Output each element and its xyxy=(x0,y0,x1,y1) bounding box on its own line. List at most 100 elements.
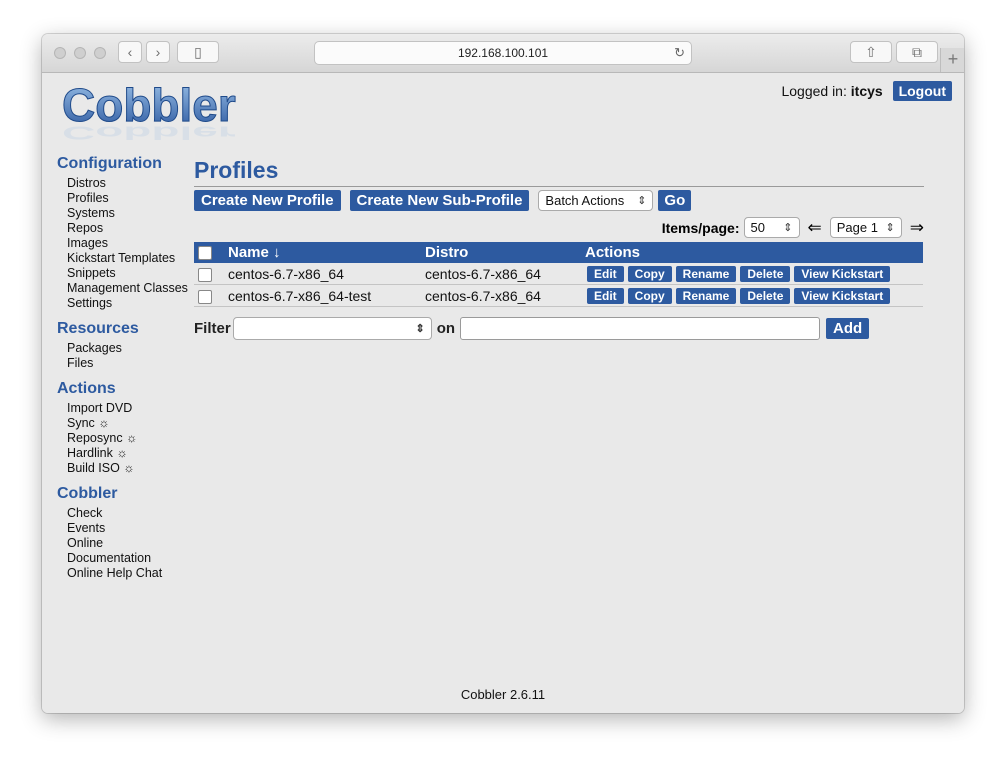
rename-button[interactable]: Rename xyxy=(675,266,737,282)
table-row: centos-6.7-x86_64 centos-6.7-x86_64 Edit… xyxy=(194,263,923,285)
filter-label: Filter xyxy=(194,320,231,337)
copy-button[interactable]: Copy xyxy=(627,288,672,304)
sidebar-item-sync[interactable]: Sync ☼ xyxy=(67,416,197,431)
edit-button[interactable]: Edit xyxy=(587,288,624,304)
sidebar-item-distros[interactable]: Distros xyxy=(67,176,197,191)
select-arrows-icon: ⇕ xyxy=(783,222,793,234)
sidebar-item-online-help-chat[interactable]: Online Help Chat xyxy=(67,566,197,581)
batch-actions-value: Batch Actions xyxy=(545,193,625,208)
add-filter-button[interactable]: Add xyxy=(826,318,870,339)
items-per-page-value: 50 xyxy=(750,220,765,235)
edit-button[interactable]: Edit xyxy=(587,266,624,282)
logout-button[interactable]: Logout xyxy=(892,81,952,101)
zoom-window-icon[interactable] xyxy=(94,47,106,59)
sidebar-item-kickstart-templates[interactable]: Kickstart Templates xyxy=(67,251,197,266)
close-window-icon[interactable] xyxy=(54,47,66,59)
sidebar-item-online[interactable]: Online xyxy=(67,536,197,551)
column-header-distro: Distro xyxy=(425,244,469,261)
pagination: Items/page: 50 ⇕ ⇐ Page 1 ⇕ ⇒ xyxy=(194,217,924,238)
filter-value-input[interactable] xyxy=(460,317,821,340)
sidebar-heading-resources: Resources xyxy=(57,320,139,337)
browser-window: ‹ › ▯ 192.168.100.101 ↻ ⇧ ⧉ + Cobbler Co… xyxy=(42,34,964,713)
row-actions: Edit Copy Rename Delete View Kickstart xyxy=(585,284,923,307)
cobbler-logo: Cobbler Cobbler xyxy=(62,85,236,143)
profile-name[interactable]: centos-6.7-x86_64 xyxy=(228,263,425,285)
main-panel: Profiles Create New Profile Create New S… xyxy=(194,155,924,340)
sidebar-heading-cobbler: Cobbler xyxy=(57,485,118,502)
sidebar-item-files[interactable]: Files xyxy=(67,356,197,371)
tabs-overview-icon[interactable]: ⧉ xyxy=(896,41,938,63)
login-status: Logged in: itcys Logout xyxy=(781,81,952,101)
select-arrows-icon: ⇕ xyxy=(637,195,647,207)
page-title: Profiles xyxy=(194,157,279,183)
filter-field-select[interactable]: ⇕ xyxy=(232,317,432,340)
prev-page-icon[interactable]: ⇐ xyxy=(808,218,822,238)
sidebar-item-import-dvd[interactable]: Import DVD xyxy=(67,401,197,416)
url-text: 192.168.100.101 xyxy=(457,46,549,60)
address-bar[interactable]: 192.168.100.101 ↻ xyxy=(314,41,692,65)
select-arrows-icon: ⇕ xyxy=(415,323,425,335)
back-icon[interactable]: ‹ xyxy=(118,41,142,63)
new-tab-icon[interactable]: + xyxy=(940,48,964,72)
row-checkbox[interactable] xyxy=(198,267,212,282)
page-select[interactable]: Page 1 ⇕ xyxy=(829,217,902,238)
sidebar-item-check[interactable]: Check xyxy=(67,506,197,521)
sidebar-toggle-icon[interactable]: ▯ xyxy=(177,41,219,63)
reload-icon[interactable]: ↻ xyxy=(674,42,685,64)
on-label: on xyxy=(436,320,456,337)
select-all-checkbox[interactable] xyxy=(198,246,212,261)
sidebar-item-settings[interactable]: Settings xyxy=(67,296,197,311)
toolbar: Create New Profile Create New Sub-Profil… xyxy=(194,190,924,211)
create-new-profile-button[interactable]: Create New Profile xyxy=(194,190,341,211)
copy-button[interactable]: Copy xyxy=(627,266,672,282)
minimize-window-icon[interactable] xyxy=(74,47,86,59)
sidebar-item-images[interactable]: Images xyxy=(67,236,197,251)
page-content: Cobbler Cobbler Logged in: itcys Logout … xyxy=(42,73,964,713)
sidebar: Configuration Distros Profiles Systems R… xyxy=(57,155,197,590)
items-per-page-select[interactable]: 50 ⇕ xyxy=(743,217,800,238)
go-button[interactable]: Go xyxy=(658,190,692,211)
browser-titlebar: ‹ › ▯ 192.168.100.101 ↻ ⇧ ⧉ + xyxy=(42,34,964,73)
table-row: centos-6.7-x86_64-test centos-6.7-x86_64… xyxy=(194,284,923,307)
svg-text:Cobbler: Cobbler xyxy=(62,122,236,142)
sidebar-item-profiles[interactable]: Profiles xyxy=(67,191,197,206)
share-icon[interactable]: ⇧ xyxy=(850,41,892,63)
rename-button[interactable]: Rename xyxy=(675,288,737,304)
sidebar-item-systems[interactable]: Systems xyxy=(67,206,197,221)
row-actions: Edit Copy Rename Delete View Kickstart xyxy=(585,263,923,285)
sidebar-item-repos[interactable]: Repos xyxy=(67,221,197,236)
table-header-row: Name ↓ Distro Actions xyxy=(194,242,923,263)
next-page-icon[interactable]: ⇒ xyxy=(910,218,924,238)
select-arrows-icon: ⇕ xyxy=(885,222,895,234)
sidebar-heading-actions: Actions xyxy=(57,380,116,397)
logged-in-label: Logged in: xyxy=(781,83,847,99)
sidebar-item-events[interactable]: Events xyxy=(67,521,197,536)
create-new-sub-profile-button[interactable]: Create New Sub-Profile xyxy=(349,190,530,211)
profile-distro: centos-6.7-x86_64 xyxy=(425,263,585,285)
profiles-table: Name ↓ Distro Actions centos-6.7-x86_64 … xyxy=(194,242,923,307)
delete-button[interactable]: Delete xyxy=(740,288,791,304)
view-kickstart-button[interactable]: View Kickstart xyxy=(794,266,891,282)
column-header-actions: Actions xyxy=(585,244,641,261)
sidebar-item-snippets[interactable]: Snippets xyxy=(67,266,197,281)
sidebar-item-management-classes[interactable]: Management Classes xyxy=(67,281,197,296)
sidebar-item-build-iso[interactable]: Build ISO ☼ xyxy=(67,461,197,476)
items-per-page-label: Items/page: xyxy=(661,219,740,236)
forward-icon[interactable]: › xyxy=(146,41,170,63)
sidebar-item-reposync[interactable]: Reposync ☼ xyxy=(67,431,197,446)
footer-version: Cobbler 2.6.11 xyxy=(460,687,546,702)
column-header-name[interactable]: Name ↓ xyxy=(228,242,425,263)
username: itcys xyxy=(850,83,883,99)
sidebar-item-documentation[interactable]: Documentation xyxy=(67,551,197,566)
row-checkbox[interactable] xyxy=(198,289,212,304)
batch-actions-select[interactable]: Batch Actions ⇕ xyxy=(538,190,654,211)
view-kickstart-button[interactable]: View Kickstart xyxy=(794,288,891,304)
profile-distro: centos-6.7-x86_64 xyxy=(425,284,585,307)
page-value: Page 1 xyxy=(836,220,878,235)
delete-button[interactable]: Delete xyxy=(740,266,791,282)
sidebar-item-packages[interactable]: Packages xyxy=(67,341,197,356)
profile-name[interactable]: centos-6.7-x86_64-test xyxy=(228,284,425,307)
title-divider xyxy=(194,186,924,187)
sidebar-item-hardlink[interactable]: Hardlink ☼ xyxy=(67,446,197,461)
sidebar-heading-configuration: Configuration xyxy=(57,155,162,172)
